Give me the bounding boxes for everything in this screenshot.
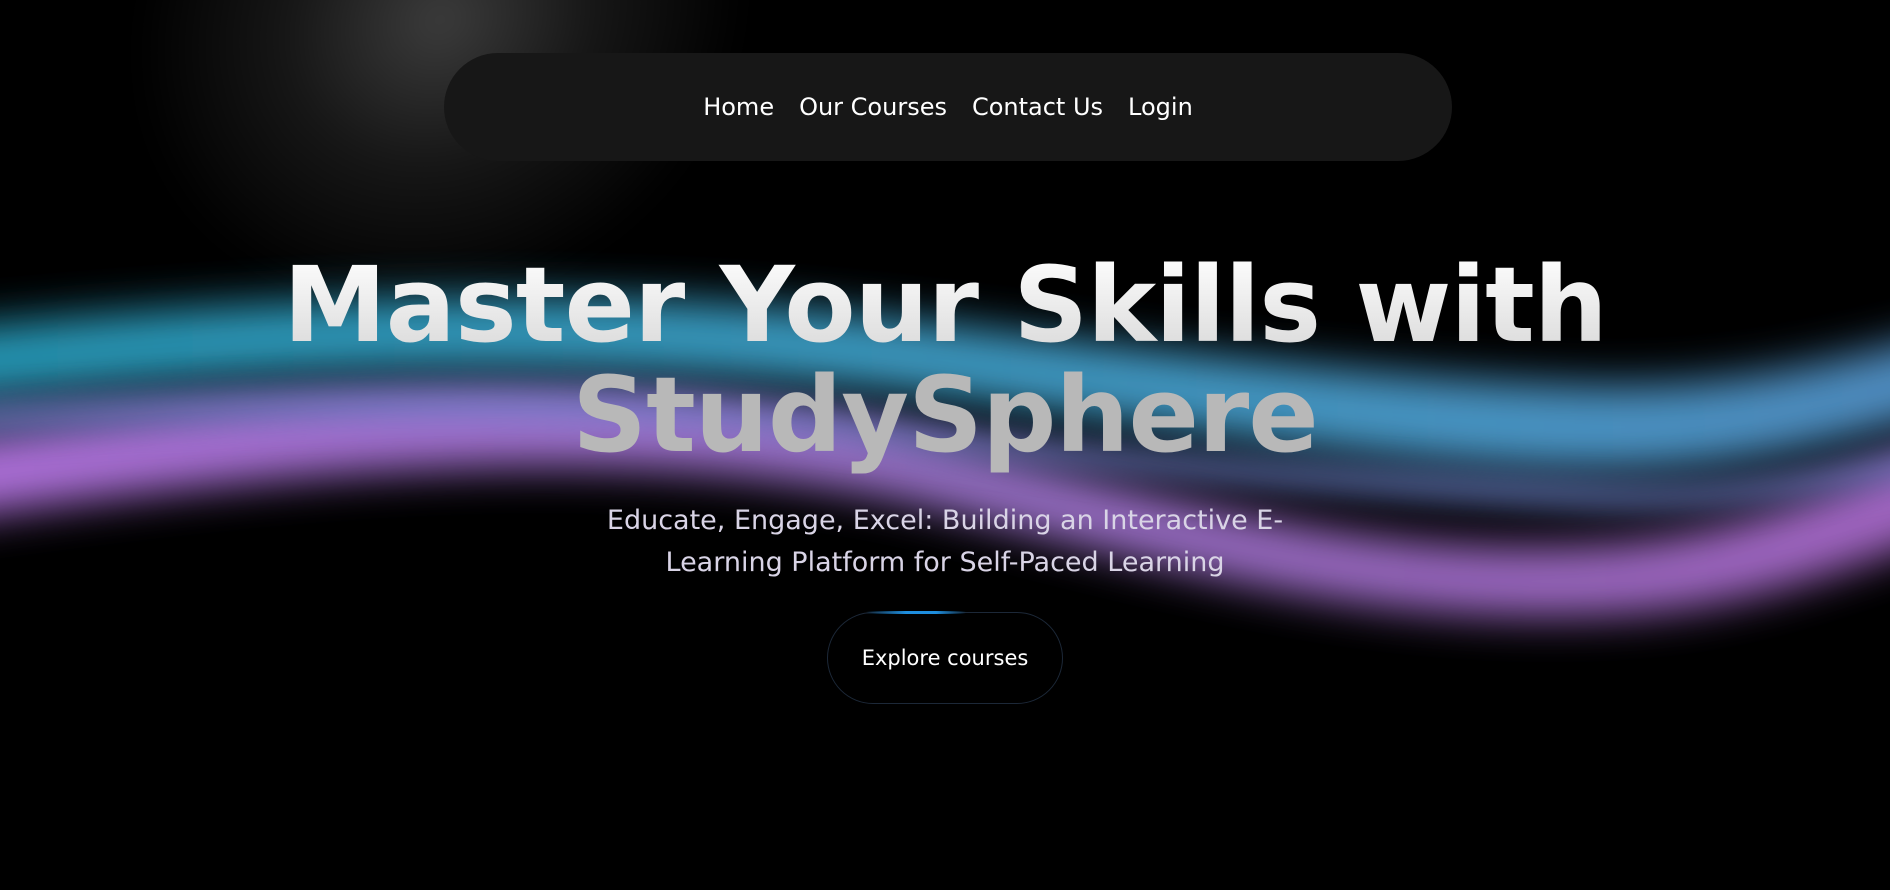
button-glow-accent: [866, 611, 966, 614]
explore-courses-label: Explore courses: [861, 646, 1029, 670]
top-navigation: Home Our Courses Contact Us Login: [444, 53, 1452, 161]
hero-headline-brand: StudySphere: [572, 354, 1319, 476]
cta-container: Explore courses: [0, 611, 1890, 704]
hero-subtitle: Educate, Engage, Excel: Building an Inte…: [606, 505, 1284, 578]
hero-headline: Master Your Skills with StudySphere: [0, 250, 1890, 470]
nav-login-link[interactable]: Login: [1128, 93, 1193, 121]
hero-section: Master Your Skills with StudySphere Educ…: [0, 250, 1890, 704]
hero-headline-line1: Master Your Skills with: [0, 250, 1890, 360]
explore-courses-button[interactable]: Explore courses: [827, 611, 1063, 704]
nav-contact-us-link[interactable]: Contact Us: [972, 93, 1103, 121]
landing-page: Home Our Courses Contact Us Login Master…: [0, 0, 1890, 890]
nav-our-courses-link[interactable]: Our Courses: [799, 93, 947, 121]
nav-home-link[interactable]: Home: [703, 93, 774, 121]
